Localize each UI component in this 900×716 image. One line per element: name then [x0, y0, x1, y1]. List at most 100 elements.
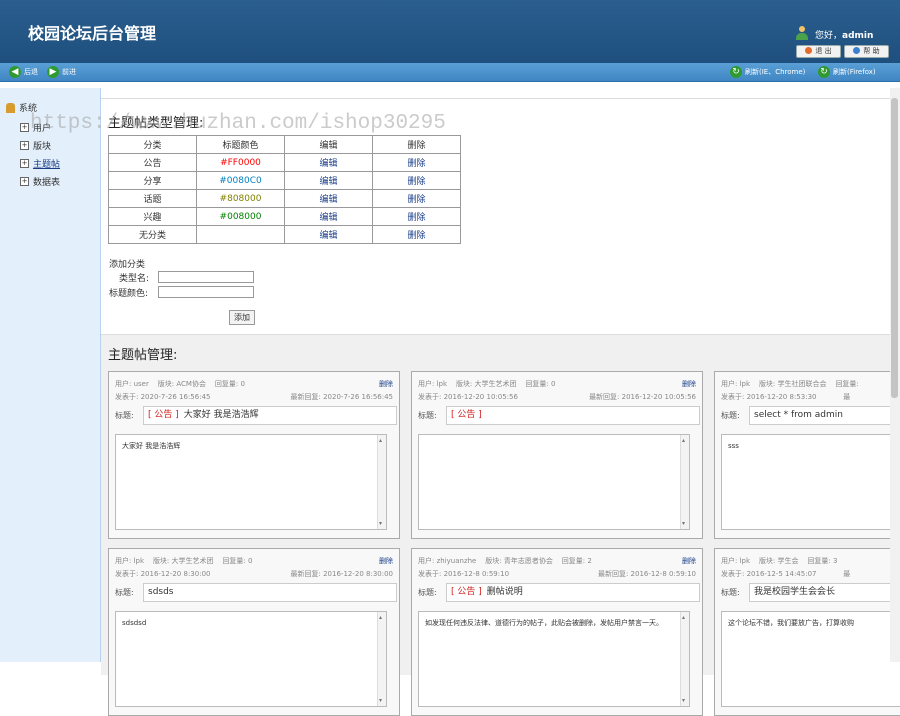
delete-link[interactable]: 删除	[407, 159, 425, 169]
app-title: 校园论坛后台管理	[28, 24, 157, 43]
greeting: 您好，admin	[815, 28, 873, 41]
title-label: 标题:	[418, 411, 437, 420]
category-name: 分享	[108, 171, 197, 190]
post-content-text: 大家好 我是浩浩辉	[122, 442, 181, 450]
delete-post-link[interactable]: 删除	[682, 556, 696, 566]
sidebar-item-label: 版块	[33, 142, 52, 152]
scrollbar-thumb[interactable]	[891, 98, 898, 398]
post-user: 用户: lpk	[115, 557, 145, 565]
edit-link[interactable]: 编辑	[319, 231, 337, 241]
post-posted: 发表于: 2016-12-20 10:05:56	[418, 393, 518, 401]
title-label: 标题:	[721, 588, 740, 597]
category-color: #0080C0	[196, 171, 285, 190]
post-content[interactable]: 如发现任何违反法律、道德行为的帖子，此贴会被删除，发帖用户禁言一天。	[418, 611, 690, 707]
edit-link[interactable]: 编辑	[319, 159, 337, 169]
post-content[interactable]	[418, 434, 690, 530]
delete-post-link[interactable]: 删除	[379, 556, 393, 566]
post-last-reply: 最新回复: 2016-12-8 0:59:10	[597, 570, 696, 578]
post-board: 版块: ACM协会	[157, 380, 206, 388]
arrow-right-icon: ▶	[47, 66, 59, 78]
title-label: 标题:	[418, 588, 437, 597]
toolbar: ◀ 后退 ▶ 前进 ↻ 刷新(IE、Chrome) ↻ 刷新(Firefox)	[0, 63, 900, 82]
post-replies: 回复量: 0	[525, 380, 556, 388]
post-posted: 发表于: 2016-12-5 14:45:07 最	[721, 569, 850, 579]
category-section: 主题帖类型管理: 分类 标题颜色 编辑 删除 公告 #FF0000 编辑 删除 …	[101, 98, 891, 336]
help-button[interactable]: 帮 助	[844, 45, 889, 58]
post-title-box: select * from admin	[749, 406, 900, 425]
post-content[interactable]: sss	[721, 434, 900, 530]
table-header-row: 分类 标题颜色 编辑 删除	[108, 135, 461, 154]
sidebar-item-posts[interactable]: + 主题帖	[20, 157, 60, 170]
column-header: 编辑	[284, 135, 373, 154]
type-name-input[interactable]	[158, 271, 254, 283]
post-meta: 用户: lpk 版块: 学生社团联合会 回复量:	[721, 379, 859, 389]
category-color: #FF0000	[196, 153, 285, 172]
delete-link[interactable]: 删除	[407, 177, 425, 187]
sidebar-item-boards[interactable]: + 版块	[20, 139, 51, 152]
post-content-text: 如发现任何违反法律、道德行为的帖子，此贴会被删除，发帖用户禁言一天。	[425, 619, 663, 627]
post-user: 用户: zhiyuanzhe	[418, 557, 477, 565]
arrow-left-icon: ◀	[9, 66, 21, 78]
scrollbar[interactable]	[680, 612, 689, 706]
post-board: 版块: 青年志愿者协会	[485, 557, 553, 565]
add-category-button[interactable]: 添加	[229, 310, 255, 325]
post-content-text: 这个论坛不错，我们要放广告，打算收购	[728, 619, 854, 627]
table-row: 兴趣 #008000 编辑 删除	[108, 207, 461, 226]
sidebar-item-users[interactable]: + 用户	[20, 121, 51, 134]
scrollbar[interactable]	[377, 435, 386, 529]
sidebar-item-tables[interactable]: + 数据表	[20, 175, 60, 188]
post-last-reply: 最	[843, 570, 851, 578]
delete-link[interactable]: 删除	[407, 195, 425, 205]
post-meta: 用户: lpk 版块: 大学生艺术团 回复量: 0	[115, 556, 252, 566]
scrollbar[interactable]	[680, 435, 689, 529]
sidebar-root-system[interactable]: 系统	[6, 101, 37, 114]
add-category-title: 添加分类	[109, 260, 146, 270]
refresh-ff-label: 刷新(Firefox)	[833, 68, 876, 76]
post-card: 用户: zhiyuanzhe 版块: 青年志愿者协会 回复量: 2 删除 发表于…	[411, 548, 703, 716]
edit-link[interactable]: 编辑	[319, 213, 337, 223]
edit-link[interactable]: 编辑	[319, 177, 337, 187]
expand-icon: +	[20, 159, 29, 168]
post-category: [ 公告 ]	[451, 410, 482, 420]
category-color: #008000	[196, 207, 285, 226]
username: admin	[842, 31, 874, 41]
delete-post-link[interactable]: 删除	[379, 379, 393, 389]
refresh-ie-button[interactable]: ↻ 刷新(IE、Chrome)	[730, 66, 805, 78]
category-name: 兴趣	[108, 207, 197, 226]
post-replies: 回复量: 0	[222, 557, 253, 565]
title-color-input[interactable]	[158, 286, 254, 298]
title-color-label: 标题颜色:	[109, 289, 149, 299]
refresh-icon: ↻	[818, 66, 830, 78]
scrollbar[interactable]	[377, 612, 386, 706]
post-posted: 发表于: 2016-12-8 0:59:10	[418, 570, 510, 578]
post-content[interactable]: sdsdsd	[115, 611, 387, 707]
refresh-firefox-button[interactable]: ↻ 刷新(Firefox)	[818, 66, 876, 78]
main-content: 主题帖类型管理: 分类 标题颜色 编辑 删除 公告 #FF0000 编辑 删除 …	[101, 88, 900, 716]
category-color: #808000	[196, 189, 285, 208]
post-meta: 用户: lpk 版块: 大学生艺术团 回复量: 0	[418, 379, 555, 389]
delete-link[interactable]: 删除	[407, 231, 425, 241]
post-content[interactable]: 大家好 我是浩浩辉	[115, 434, 387, 530]
help-icon	[853, 47, 861, 54]
forward-label: 前进	[62, 68, 76, 76]
category-section-title: 主题帖类型管理:	[108, 116, 204, 131]
post-posted-text: 发表于: 2016-12-20 8:53:30	[721, 393, 817, 401]
post-content[interactable]: 这个论坛不错，我们要放广告，打算收购	[721, 611, 900, 707]
back-button[interactable]: ◀ 后退	[9, 66, 38, 78]
page-scrollbar[interactable]	[890, 88, 900, 662]
logout-button[interactable]: 退 出	[796, 45, 841, 58]
post-card: 用户: lpk 版块: 大学生艺术团 回复量: 0 删除 发表于: 2016-1…	[411, 371, 703, 539]
type-name-label: 类型名:	[119, 274, 150, 284]
edit-link[interactable]: 编辑	[319, 195, 337, 205]
folder-icon	[6, 102, 15, 113]
post-user: 用户: lpk	[418, 380, 448, 388]
post-posted-text: 发表于: 2016-12-5 14:45:07	[721, 570, 817, 578]
delete-post-link[interactable]: 删除	[682, 379, 696, 389]
delete-link[interactable]: 删除	[407, 213, 425, 223]
post-posted: 发表于: 2020-7-26 16:56:45	[115, 393, 211, 401]
refresh-ie-label: 刷新(IE、Chrome)	[745, 68, 806, 76]
post-title-box: [ 公告 ] 删帖说明	[446, 583, 700, 602]
forward-button[interactable]: ▶ 前进	[47, 66, 76, 78]
title-label: 标题:	[115, 411, 134, 420]
post-last-reply: 最新回复: 2016-12-20 10:05:56	[589, 393, 696, 401]
